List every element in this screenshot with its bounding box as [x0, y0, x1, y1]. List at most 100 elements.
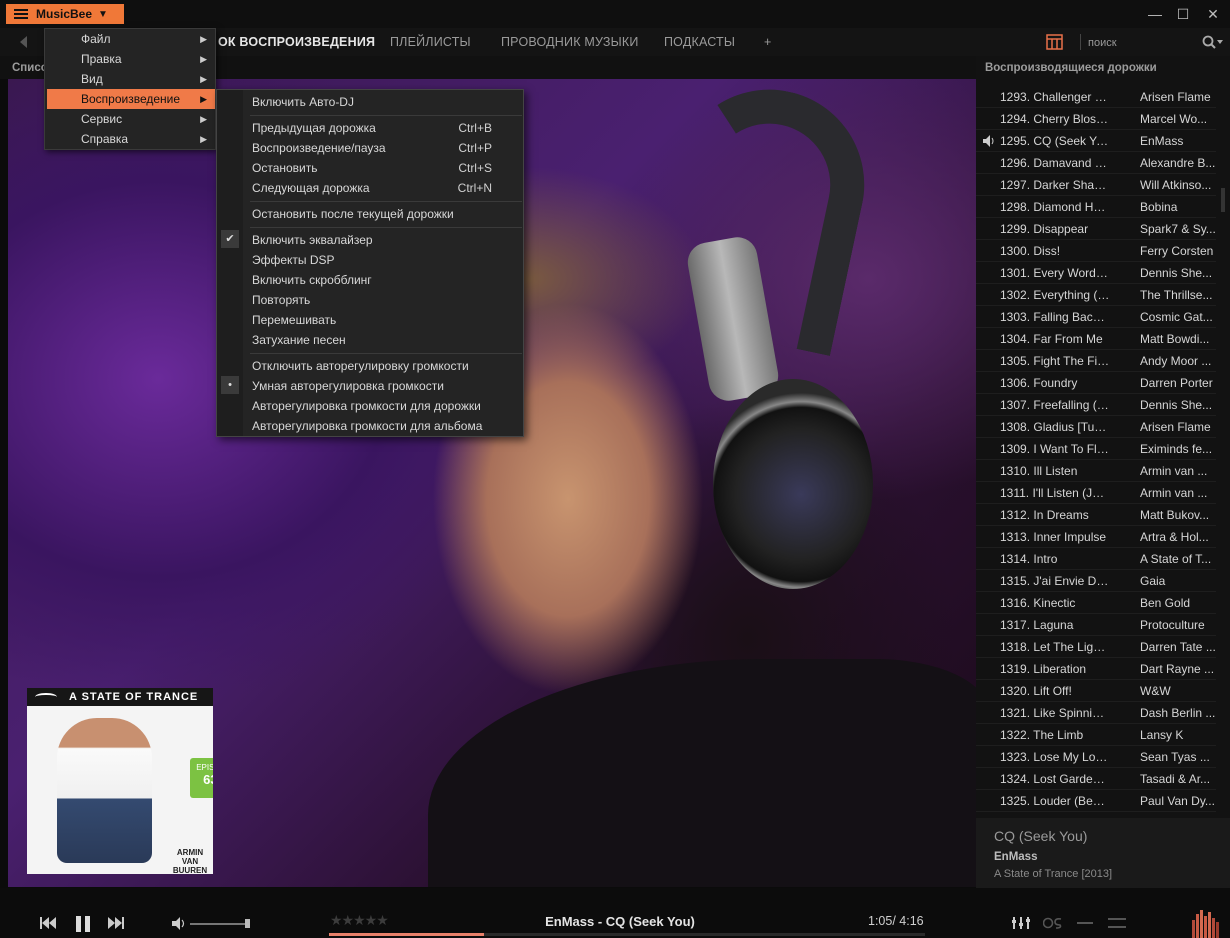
- tab-music-explorer[interactable]: ПРОВОДНИК МУЗЫКИ: [501, 35, 639, 49]
- menu-smart-volume-leveling[interactable]: Умная авторегулировка громкости: [252, 376, 522, 396]
- menu-item-help[interactable]: Справка ▶: [47, 129, 215, 149]
- tab-podcasts[interactable]: ПОДКАСТЫ: [664, 35, 735, 49]
- progress-fill: [329, 933, 484, 936]
- menu-crossfade[interactable]: Затухание песен: [252, 330, 522, 350]
- album-cover[interactable]: A STATE OF TRANCE EPISODE 630 ARMIN VAN …: [27, 688, 213, 874]
- track-artist: Lansy K: [1140, 728, 1184, 742]
- track-row[interactable]: 1295. CQ (Seek You) EnMass: [976, 130, 1216, 152]
- menu-shortcut: Ctrl+N: [457, 181, 492, 195]
- track-row[interactable]: 1299. Disappear Spark7 & Sy...: [976, 218, 1216, 240]
- track-row[interactable]: 1314. Intro A State of T...: [976, 548, 1216, 570]
- track-row[interactable]: 1313. Inner Impulse Artra & Hol...: [976, 526, 1216, 548]
- track-row[interactable]: 1305. Fight The Fire (St... Andy Moor ...: [976, 350, 1216, 372]
- track-title: 1316. Kinectic: [1000, 596, 1076, 610]
- menu-auto-dj[interactable]: Включить Авто-DJ: [252, 92, 522, 112]
- close-button[interactable]: ✕: [1196, 4, 1230, 24]
- spectrum-visualizer-icon[interactable]: [1192, 908, 1222, 938]
- volume-slider[interactable]: [190, 923, 248, 925]
- pause-icon[interactable]: [75, 916, 91, 932]
- menu-play-pause[interactable]: Воспроизведение/пауза Ctrl+P: [252, 138, 522, 158]
- track-row[interactable]: 1309. I Want To Fly Ag... Eximinds fe...: [976, 438, 1216, 460]
- track-row[interactable]: 1297. Darker Shades O... Will Atkinso...: [976, 174, 1216, 196]
- add-tab-button[interactable]: +: [764, 35, 772, 49]
- menu-enable-scrobbling[interactable]: Включить скробблинг: [252, 270, 522, 290]
- track-row[interactable]: 1315. J'ai Envie De Toi ... Gaia: [976, 570, 1216, 592]
- search-input[interactable]: [1088, 34, 1198, 52]
- now-playing-title: EnMass - CQ (Seek You): [545, 914, 695, 929]
- title-bar: MusicBee ▼ — ☐ ✕: [0, 0, 1230, 28]
- menu-item-playback[interactable]: Воспроизведение ▶: [47, 89, 215, 109]
- now-playing-speaker-icon: [983, 135, 994, 147]
- menu-disable-volume-leveling[interactable]: Отключить авторегулировку громкости: [252, 356, 522, 376]
- menu-stop[interactable]: Остановить Ctrl+S: [252, 158, 522, 178]
- submenu-arrow-icon: ▶: [200, 34, 207, 44]
- track-row[interactable]: 1306. Foundry Darren Porter: [976, 372, 1216, 394]
- track-row[interactable]: 1298. Diamond Hell (... Bobina: [976, 196, 1216, 218]
- track-row[interactable]: 1320. Lift Off! W&W: [976, 680, 1216, 702]
- menu-item-edit[interactable]: Правка ▶: [47, 49, 215, 69]
- track-row[interactable]: 1317. Laguna Protoculture: [976, 614, 1216, 636]
- app-menu-button[interactable]: MusicBee ▼: [6, 4, 124, 24]
- volume-icon[interactable]: [172, 917, 186, 933]
- tab-now-playing[interactable]: ОК ВОСПРОИЗВЕДЕНИЯ: [218, 35, 375, 49]
- track-row[interactable]: 1322. The Limb Lansy K: [976, 724, 1216, 746]
- track-row[interactable]: 1323. Lose My Logic (... Sean Tyas ...: [976, 746, 1216, 768]
- track-title: 1293. Challenger [Tun...: [1000, 90, 1110, 104]
- next-track-icon[interactable]: [108, 916, 124, 932]
- menu-dsp-effects[interactable]: Эффекты DSP: [252, 250, 522, 270]
- track-row[interactable]: 1293. Challenger [Tun... Arisen Flame: [976, 86, 1216, 108]
- track-row[interactable]: 1316. Kinectic Ben Gold: [976, 592, 1216, 614]
- menu-shuffle[interactable]: Перемешивать: [252, 310, 522, 330]
- menu-stop-after-current[interactable]: Остановить после текущей дорожки: [252, 204, 522, 224]
- minimize-player-icon[interactable]: [1077, 921, 1093, 937]
- menu-item-tools[interactable]: Сервис ▶: [47, 109, 215, 129]
- track-row[interactable]: 1311. I'll Listen (John ... Armin van ...: [976, 482, 1216, 504]
- menu-separator: [250, 201, 522, 202]
- track-row[interactable]: 1318. Let The Light Shi... Darren Tate ..…: [976, 636, 1216, 658]
- menu-previous-track[interactable]: Предыдущая дорожка Ctrl+B: [252, 118, 522, 138]
- track-row[interactable]: 1294. Cherry Blossom ... Marcel Wo...: [976, 108, 1216, 130]
- track-row[interactable]: 1324. Lost Garden (Far... Tasadi & Ar...: [976, 768, 1216, 790]
- equalizer-icon[interactable]: [1012, 914, 1030, 930]
- cover-episode-number: 630: [203, 772, 213, 787]
- track-row[interactable]: 1303. Falling Back (Luk... Cosmic Gat...: [976, 306, 1216, 328]
- track-row[interactable]: 1312. In Dreams Matt Bukov...: [976, 504, 1216, 526]
- track-row[interactable]: 1319. Liberation Dart Rayne ...: [976, 658, 1216, 680]
- menu-item-label: Перемешивать: [252, 313, 337, 327]
- back-arrow-icon[interactable]: [20, 36, 27, 48]
- track-row[interactable]: 1321. Like Spinning Pl... Dash Berlin ...: [976, 702, 1216, 724]
- volume-handle[interactable]: [245, 919, 251, 928]
- track-row[interactable]: 1300. Diss! Ferry Corsten: [976, 240, 1216, 262]
- menu-item-view[interactable]: Вид ▶: [47, 69, 215, 89]
- track-artist: Dennis She...: [1140, 398, 1213, 412]
- progress-bar[interactable]: [329, 933, 925, 936]
- track-row[interactable]: 1325. Louder (Ben Nic... Paul Van Dy...: [976, 790, 1216, 812]
- menu-next-track[interactable]: Следующая дорожка Ctrl+N: [252, 178, 522, 198]
- track-row[interactable]: 1304. Far From Me Matt Bowdi...: [976, 328, 1216, 350]
- submenu-arrow-icon: ▶: [200, 74, 207, 84]
- track-row[interactable]: 1307. Freefalling (Den... Dennis She...: [976, 394, 1216, 416]
- track-row[interactable]: 1296. Damavand [Futu... Alexandre B...: [976, 152, 1216, 174]
- maximize-button[interactable]: ☐: [1166, 4, 1200, 24]
- list-toggle-icon[interactable]: [1108, 917, 1126, 933]
- track-artist: Ferry Corsten: [1140, 244, 1214, 258]
- track-row[interactable]: 1310. Ill Listen Armin van ...: [976, 460, 1216, 482]
- tab-playlists[interactable]: ПЛЕЙЛИСТЫ: [390, 35, 471, 49]
- track-list-scrollbar[interactable]: [1221, 188, 1225, 212]
- menu-item-label: Правка: [81, 52, 122, 66]
- menu-track-volume-leveling[interactable]: Авторегулировка громкости для дорожки: [252, 396, 522, 416]
- rating-stars[interactable]: ★★★★★: [330, 912, 389, 929]
- scrobble-icon[interactable]: [1043, 916, 1063, 932]
- track-row[interactable]: 1308. Gladius [Tune of... Arisen Flame: [976, 416, 1216, 438]
- menu-album-volume-leveling[interactable]: Авторегулировка громкости для альбома: [252, 416, 522, 436]
- menu-repeat[interactable]: Повторять: [252, 290, 522, 310]
- menu-enable-equalizer[interactable]: Включить эквалайзер: [252, 230, 522, 250]
- track-title: 1305. Fight The Fire (St...: [1000, 354, 1110, 368]
- search-icon[interactable]: [1202, 35, 1224, 49]
- menu-item-file[interactable]: Файл ▶: [47, 29, 215, 49]
- layout-icon[interactable]: [1046, 34, 1063, 50]
- previous-track-icon[interactable]: [40, 916, 56, 932]
- track-row[interactable]: 1302. Everything (Well... The Thrillse...: [976, 284, 1216, 306]
- track-row[interactable]: 1301. Every Word (Ori... Dennis She...: [976, 262, 1216, 284]
- track-artist: Will Atkinso...: [1140, 178, 1212, 192]
